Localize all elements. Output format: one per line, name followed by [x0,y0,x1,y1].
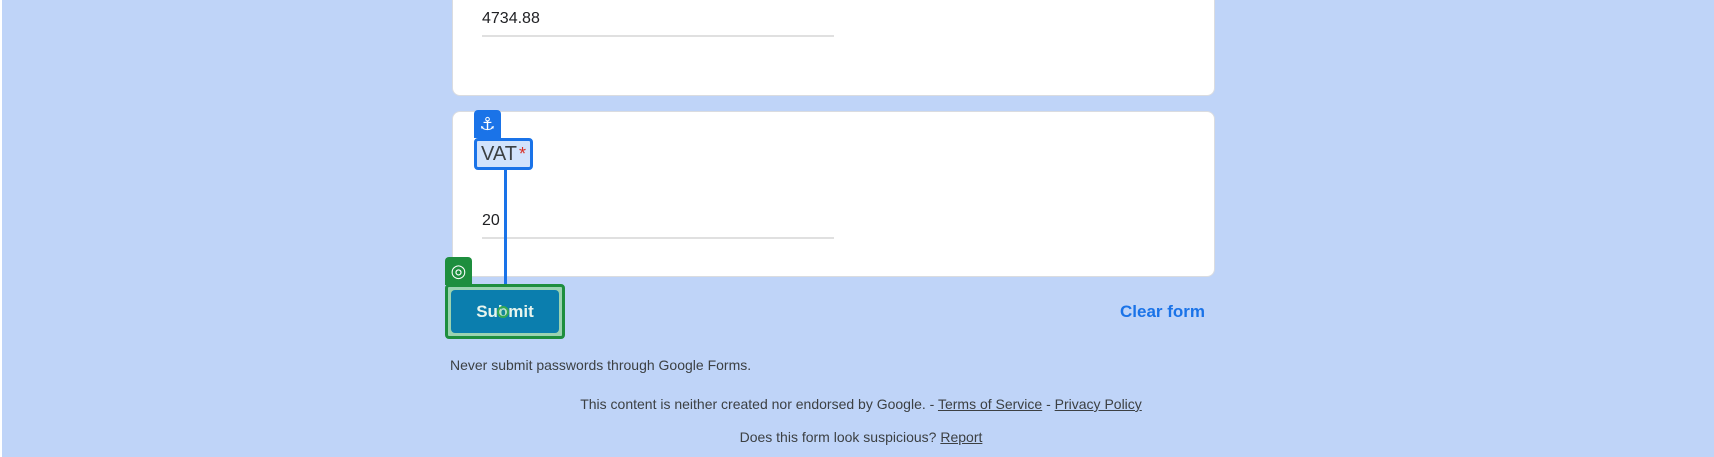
suspicious-question: Does this form look suspicious? [739,429,937,445]
anchor-icon: ⚓ [474,110,501,138]
question-card-vat: 20 [452,111,1215,277]
password-warning: Never submit passwords through Google Fo… [450,357,752,373]
footer-report: Does this form look suspicious? Report [0,429,1714,445]
privacy-policy-link[interactable]: Privacy Policy [1055,396,1142,412]
disclaimer-text: This content is neither created nor endo… [580,396,926,412]
target-icon: ◎ [445,257,472,285]
separator-1: - [929,396,935,412]
vat-answer-input[interactable]: 20 [482,211,834,239]
question-card-previous: 4734.88 [452,0,1215,96]
previous-answer-input[interactable]: 4734.88 [482,9,834,37]
report-link[interactable]: Report [940,429,982,445]
click-point-icon [497,306,509,318]
footer-disclaimer: This content is neither created nor endo… [0,396,1714,412]
required-marker: * [518,144,526,164]
page-edge [0,0,2,457]
separator-2: - [1046,396,1051,412]
terms-of-service-link[interactable]: Terms of Service [938,396,1042,412]
anchor-target-connector [504,167,507,289]
vat-question-title: VAT * [474,138,533,170]
clear-form-button[interactable]: Clear form [1120,302,1205,322]
vat-title-text: VAT [481,143,517,165]
